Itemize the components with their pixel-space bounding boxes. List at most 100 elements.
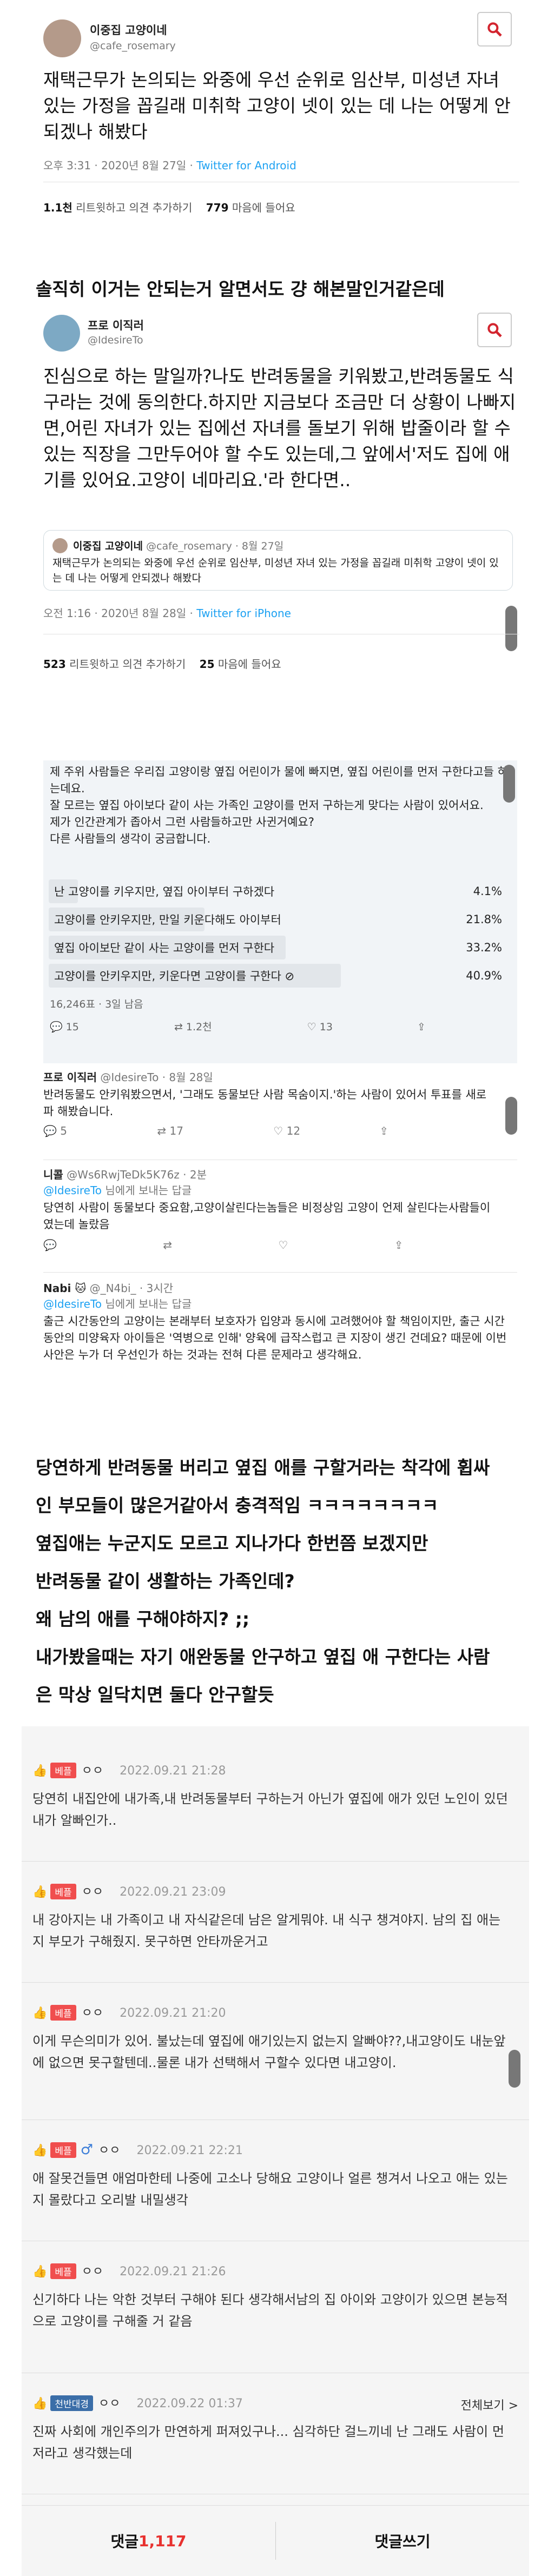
retweet-icon[interactable]: ⇄	[163, 1239, 172, 1251]
tweet-source-link[interactable]: Twitter for iPhone	[196, 607, 291, 620]
reply-handle: @Ws6RwjTeDk5K76z · 2분	[67, 1168, 207, 1181]
comment-badge: 베플	[50, 1884, 76, 1899]
like-count[interactable]: 25	[200, 658, 215, 671]
like-count[interactable]: 779	[206, 201, 229, 214]
tweet-author-handle[interactable]: @cafe_rosemary	[90, 40, 176, 52]
poll-option: 고양이를 안키우지만, 키운다면 고양이를 구한다 ⊘ 40.9%	[49, 964, 506, 988]
reply-text: 당연히 사람이 동물보다 중요함,고양이살린다는놈들은 비정상임 고양이 언제 …	[43, 1201, 491, 1231]
retweet-label: 리트윗하고 의견 추가하기	[72, 201, 193, 214]
scrollbar-handle[interactable]	[503, 765, 515, 803]
scrollbar-handle[interactable]	[505, 606, 517, 651]
reply-text: 반려동물도 안키워봤으면서, '그래도 동물보단 사람 목숨이지.'하는 사람이…	[43, 1088, 487, 1118]
gender-icon: ♂	[80, 2142, 93, 2158]
reply-icon[interactable]: 💬	[43, 1239, 57, 1251]
poll-card: 제 주위 사람들은 우리집 고양이랑 옆집 어린이가 물에 빠지면, 옆집 어린…	[43, 760, 517, 1063]
poll-option: 고양이를 안키우지만, 만일 키운다해도 아이부터 21.8%	[49, 908, 506, 931]
quoted-tweet[interactable]: 이중집 고양이네 @cafe_rosemary · 8월 27일 재택근무가 논…	[43, 530, 513, 591]
mention-link[interactable]: @IdesireTo	[43, 1297, 102, 1310]
retweet-icon[interactable]: ⇄	[157, 1124, 166, 1137]
reply-text: 출근 시간동안의 고양이는 본래부터 보호자가 입양과 동시에 고려했어야 할 …	[43, 1315, 507, 1361]
write-comment-button[interactable]: 댓글쓰기	[276, 2506, 529, 2576]
reply-name[interactable]: 니콜	[43, 1168, 63, 1181]
reply-icon[interactable]: 💬	[50, 1021, 63, 1033]
comment-user[interactable]: ㅇㅇ	[98, 2144, 120, 2157]
tweet-author-handle[interactable]: @IdesireTo	[88, 334, 143, 346]
comment-date: 2022.09.21 21:26	[120, 2265, 226, 2279]
reply-name[interactable]: Nabi 🐱	[43, 1282, 86, 1295]
comment-user[interactable]: ㅇㅇ	[82, 2007, 103, 2020]
view-all-link[interactable]: 전체보기 >	[461, 2396, 518, 2413]
avatar[interactable]	[43, 315, 80, 352]
divider	[43, 1272, 517, 1273]
reply-tweet: 니콜 @Ws6RwjTeDk5K76z · 2분 @IdesireTo 님에게 …	[43, 1166, 517, 1251]
tweet-stats: 1.1천 리트윗하고 의견 추가하기 779 마음에 들어요	[43, 199, 295, 215]
commentary-block: 당연하게 반려동물 버리고 옆집 애를 구할거라는 착각에 휩싸 인 부모들이 많…	[36, 1454, 523, 1719]
comment-item: 👍 베플 ㅇㅇ 2022.09.21 21:20 이게 무슨의미가 있어. 불났는데 옆…	[22, 1996, 529, 2120]
reply-to-label: 님에게 보내는 답글	[102, 1297, 192, 1310]
like-count: 13	[319, 1021, 333, 1033]
comment-user[interactable]: ㅇㅇ	[98, 2397, 120, 2411]
poll-option-percent: 33.2%	[466, 941, 502, 954]
poll-option: 옆집 아이보단 같이 사는 고양이를 먼저 구한다 33.2%	[49, 936, 506, 959]
quoted-name: 이중집 고양이네	[73, 540, 143, 552]
comment-user[interactable]: ㅇㅇ	[82, 1885, 103, 1899]
tweet-author-name[interactable]: 이중집 고양이네	[90, 22, 167, 38]
best-comment-icon: 👍	[32, 1764, 48, 1778]
poll-question: 제 주위 사람들은 우리집 고양이랑 옆집 어린이가 물에 빠지면, 옆집 어린…	[50, 765, 508, 845]
best-comment-icon: 👍	[32, 2397, 48, 2411]
comment-count-button[interactable]: 댓글 1,117	[22, 2506, 275, 2576]
comment-text: 내 강아지는 내 가족이고 내 자식같은데 남은 알게뭐야. 내 식구 챙겨야지…	[32, 1912, 501, 1949]
comment-badge: 베플	[50, 2142, 76, 2158]
like-icon[interactable]: ♡	[273, 1124, 283, 1137]
poll-option-label: 난 고양이를 키우지만, 옆집 아이부터 구하겠다	[54, 885, 275, 898]
like-icon[interactable]: ♡	[278, 1239, 288, 1251]
retweet-label: 리트윗하고 의견 추가하기	[65, 658, 186, 671]
comment-count-label: 댓글	[110, 2533, 138, 2551]
comment-user[interactable]: ㅇㅇ	[82, 2265, 103, 2279]
like-icon[interactable]: ♡	[307, 1021, 316, 1033]
retweet-icon[interactable]: ⇄	[174, 1021, 183, 1033]
retweet-count[interactable]: 523	[43, 658, 66, 671]
quoted-handle: @cafe_rosemary · 8월 27일	[146, 540, 284, 552]
reply-icon[interactable]: 💬	[43, 1124, 57, 1137]
search-button[interactable]	[477, 313, 512, 347]
reply-author: 프로 이직러 @IdesireTo · 8월 28일	[43, 1069, 517, 1084]
scrollbar-handle[interactable]	[509, 2050, 520, 2088]
poll-option-label: 고양이를 안키우지만, 키운다면 고양이를 구한다 ⊘	[54, 970, 295, 983]
comment-text: 애 잘못건들면 애엄마한테 나중에 고소나 당해요 고양이나 얼른 챙겨서 나오…	[32, 2171, 508, 2208]
commentary-line: 왜 남의 애를 구해야하지? ;;	[36, 1608, 250, 1630]
comment-text: 이게 무슨의미가 있어. 불났는데 옆집에 애기있는지 없는지 알빠야??,내고…	[32, 2034, 506, 2070]
reply-name[interactable]: 프로 이직러	[43, 1071, 97, 1084]
tweet-source-link[interactable]: Twitter for Android	[196, 159, 296, 172]
share-icon[interactable]: ⇪	[394, 1239, 404, 1251]
avatar	[52, 538, 68, 553]
commentary-line: 반려동물 같이 생활하는 가족인데?	[36, 1571, 295, 1592]
retweet-count[interactable]: 1.1천	[43, 201, 72, 214]
comment-date: 2022.09.21 21:28	[120, 1764, 226, 1778]
comment-header: 👍 베플 ㅇㅇ 2022.09.21 21:28	[32, 1761, 226, 1778]
search-button[interactable]	[477, 12, 512, 47]
share-icon[interactable]: ⇪	[417, 1021, 426, 1033]
reply-count: 15	[65, 1021, 79, 1033]
retweet-count: 1.2천	[186, 1021, 212, 1033]
share-icon[interactable]: ⇪	[379, 1124, 388, 1137]
tweet-meta: 오후 3:31 · 2020년 8월 27일 · Twitter for And…	[43, 157, 296, 173]
scrollbar-handle[interactable]	[505, 1097, 517, 1135]
comment-user[interactable]: ㅇㅇ	[82, 1764, 103, 1778]
comment-date: 2022.09.21 23:09	[120, 1885, 226, 1899]
commentary-line: 옆집애는 누군지도 모르고 지나가다 한번쯤 보겠지만	[36, 1533, 428, 1554]
tweet-stats: 523 리트윗하고 의견 추가하기 25 마음에 들어요	[43, 655, 281, 671]
tweet-author-name[interactable]: 프로 이직러	[88, 317, 144, 333]
comment-item: 👍 베플 ㅇㅇ 2022.09.21 21:28 당연히 내집안에 내가족,내 반려동물…	[22, 1753, 529, 1862]
mention-link[interactable]: @IdesireTo	[43, 1184, 102, 1197]
divider	[22, 1982, 529, 1983]
comment-badge: 베플	[50, 2005, 76, 2021]
avatar[interactable]	[43, 19, 81, 57]
reply-to-label: 님에게 보내는 답글	[102, 1184, 192, 1197]
comment-item: 👍 베플 ㅇㅇ 2022.09.21 23:09 내 강아지는 내 가족이고 내 자식같…	[22, 1875, 529, 1983]
reply-to: @IdesireTo 님에게 보내는 답글	[43, 1295, 517, 1311]
comment-text: 신기하다 나는 악한 것부터 구해야 된다 생각해서남의 집 아이와 고양이가 …	[32, 2292, 508, 2329]
comment-badge: 천반대경	[50, 2395, 93, 2411]
comment-count: 1,117	[138, 2532, 187, 2550]
comment-item: 👍 베플 ♂ ㅇㅇ 2022.09.21 22:21 애 잘못건들면 애엄마한테 나중에 …	[22, 2133, 529, 2241]
